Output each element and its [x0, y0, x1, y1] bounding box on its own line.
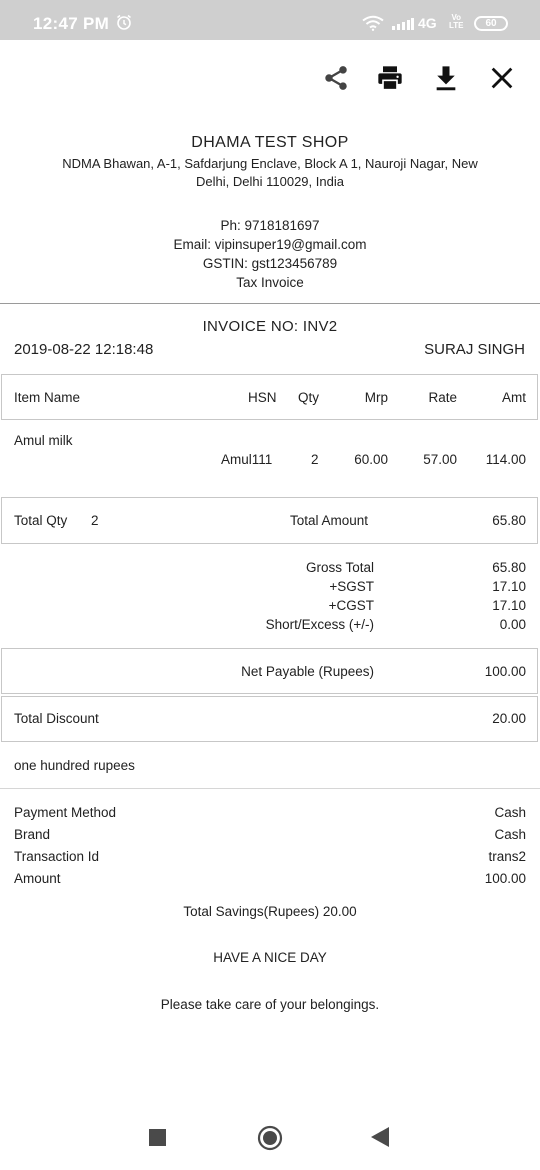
battery-level: 60 [485, 18, 497, 29]
item-rate: 57.00 [423, 452, 457, 467]
brand-value: Cash [494, 827, 526, 842]
total-qty-label: Total Qty [14, 513, 68, 528]
back-icon[interactable] [371, 1127, 389, 1147]
shop-address-line2: Delhi, Delhi 110029, India [196, 174, 344, 189]
shop-address-line1: NDMA Bhawan, A-1, Safdarjung Enclave, Bl… [62, 156, 478, 171]
recents-icon[interactable] [149, 1129, 166, 1146]
total-qty-value: 2 [91, 513, 99, 528]
greeting: HAVE A NICE DAY [213, 950, 327, 965]
gross-total-value: 65.80 [492, 560, 526, 575]
total-savings: Total Savings(Rupees) 20.00 [183, 904, 357, 919]
total-amount-value: 65.80 [492, 513, 526, 528]
total-amount-label: Total Amount [290, 513, 369, 528]
item-mrp: 60.00 [354, 452, 388, 467]
col-qty: Qty [298, 390, 320, 405]
short-excess-label: Short/Excess (+/-) [265, 617, 374, 632]
col-mrp: Mrp [364, 390, 388, 405]
status-time: 12:47 PM [33, 14, 110, 33]
shop-address: NDMA Bhawan, A-1, Safdarjung Enclave, Bl… [40, 155, 500, 191]
short-excess-value: 0.00 [499, 617, 526, 632]
shop-email: Email: vipinsuper19@gmail.com [173, 237, 367, 252]
shop-name: DHAMA TEST SHOP [191, 134, 349, 151]
item-qty: 2 [311, 452, 319, 467]
download-icon[interactable] [432, 64, 460, 92]
item-hsn: Amul111 [221, 452, 273, 467]
alarm-icon [117, 14, 131, 30]
gross-total-label: Gross Total [305, 560, 374, 575]
item-name: Amul milk [14, 433, 73, 448]
footer-note: Please take care of your belongings. [160, 997, 380, 1012]
close-icon[interactable] [488, 64, 516, 92]
sgst-value: 17.10 [492, 579, 526, 594]
transaction-id-label: Transaction Id [14, 849, 100, 864]
payment-method-label: Payment Method [14, 805, 117, 820]
cgst-label: +CGST [328, 598, 374, 613]
amount-in-words: one hundred rupees [14, 758, 135, 773]
print-icon[interactable] [376, 64, 404, 92]
shop-phone: Ph: 9718181697 [220, 218, 320, 233]
navigation-bar [0, 1108, 540, 1170]
shop-gstin: GSTIN: gst123456789 [202, 256, 338, 271]
total-discount-label: Total Discount [14, 711, 99, 726]
net-payable-label: Net Payable (Rupees) [241, 664, 374, 679]
invoice-datetime: 2019-08-22 12:18:48 [14, 341, 154, 358]
sgst-label: +SGST [329, 579, 374, 594]
col-hsn: HSN [248, 390, 277, 405]
payment-amount-label: Amount [14, 871, 61, 886]
payment-method-value: Cash [494, 805, 526, 820]
status-bar: 12:47 PM 4G Vo LTE 60 [0, 0, 540, 40]
wifi-icon [362, 15, 384, 31]
home-icon[interactable] [257, 1125, 283, 1151]
brand-label: Brand [14, 827, 51, 842]
volte-indicator: Vo LTE [449, 13, 464, 30]
col-item-name: Item Name [14, 390, 81, 405]
total-discount-value: 20.00 [492, 711, 526, 726]
cgst-value: 17.10 [492, 598, 526, 613]
share-icon[interactable] [322, 64, 350, 92]
customer-name: SURAJ SINGH [424, 341, 525, 358]
col-rate: Rate [428, 390, 457, 405]
document-type: Tax Invoice [236, 275, 304, 290]
divider [0, 788, 540, 789]
network-type: 4G [418, 15, 437, 31]
net-payable-value: 100.00 [484, 664, 526, 679]
transaction-id-value: trans2 [488, 849, 526, 864]
col-amt: Amt [501, 390, 526, 405]
invoice-number: INVOICE NO: INV2 [202, 318, 338, 335]
payment-amount-value: 100.00 [484, 871, 526, 886]
signal-icon [392, 18, 414, 30]
item-amount: 114.00 [485, 452, 526, 467]
divider [0, 303, 540, 304]
battery-icon: 60 [474, 16, 508, 31]
